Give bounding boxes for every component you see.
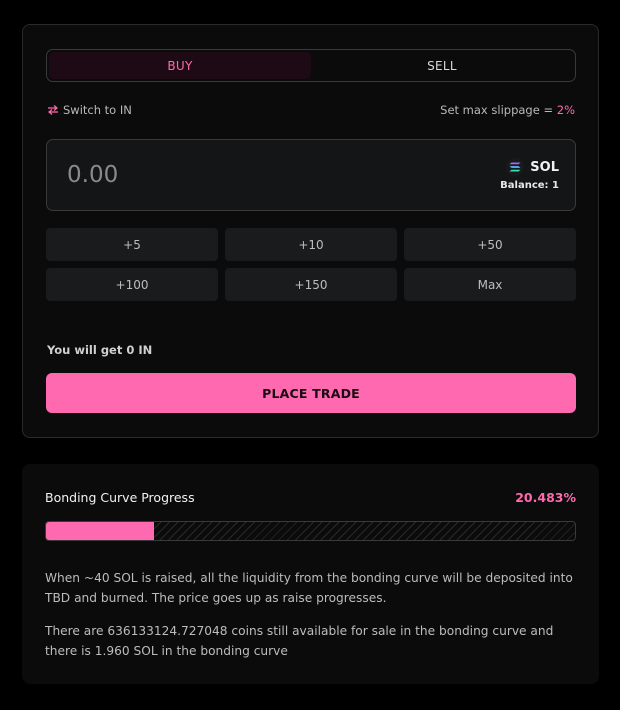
bonding-curve-panel: Bonding Curve Progress 20.483% When ~40 …: [22, 464, 599, 684]
slippage-value: 2%: [556, 103, 575, 117]
curve-progress-bar: [45, 521, 576, 541]
switch-label: Switch to IN: [63, 103, 132, 117]
preset-button[interactable]: +150: [225, 268, 397, 301]
swap-arrows-icon: [47, 104, 59, 116]
estimated-output: You will get 0 IN: [47, 343, 153, 357]
curve-progress-fill: [46, 522, 155, 540]
amount-field: SOL Balance: 1: [46, 139, 576, 211]
slippage-setting[interactable]: Set max slippage = 2%: [440, 103, 575, 117]
curve-description: When ~40 SOL is raised, all the liquidit…: [45, 571, 573, 605]
tab-sell[interactable]: SELL: [311, 52, 573, 79]
switch-token-link[interactable]: Switch to IN: [47, 103, 132, 117]
solana-icon: [506, 158, 525, 176]
preset-amounts: +5 +10 +50 +100 +150 Max: [46, 228, 576, 301]
token-selector: SOL: [506, 158, 559, 176]
preset-button[interactable]: +50: [404, 228, 576, 261]
max-button[interactable]: Max: [404, 268, 576, 301]
curve-availability: There are 636133124.727048 coins still a…: [45, 624, 554, 658]
buy-sell-tabs: BUY SELL: [46, 49, 576, 82]
place-trade-button[interactable]: PLACE TRADE: [46, 373, 576, 413]
token-balance: Balance: 1: [500, 180, 559, 191]
trade-panel: BUY SELL Switch to IN Set max slippage =…: [22, 24, 599, 438]
curve-percent: 20.483%: [515, 490, 576, 505]
amount-input[interactable]: [67, 158, 367, 192]
tab-buy[interactable]: BUY: [49, 52, 311, 79]
token-symbol: SOL: [530, 159, 559, 175]
preset-button[interactable]: +10: [225, 228, 397, 261]
curve-title: Bonding Curve Progress: [45, 490, 195, 505]
preset-button[interactable]: +5: [46, 228, 218, 261]
slippage-label: Set max slippage =: [440, 103, 557, 117]
preset-button[interactable]: +100: [46, 268, 218, 301]
